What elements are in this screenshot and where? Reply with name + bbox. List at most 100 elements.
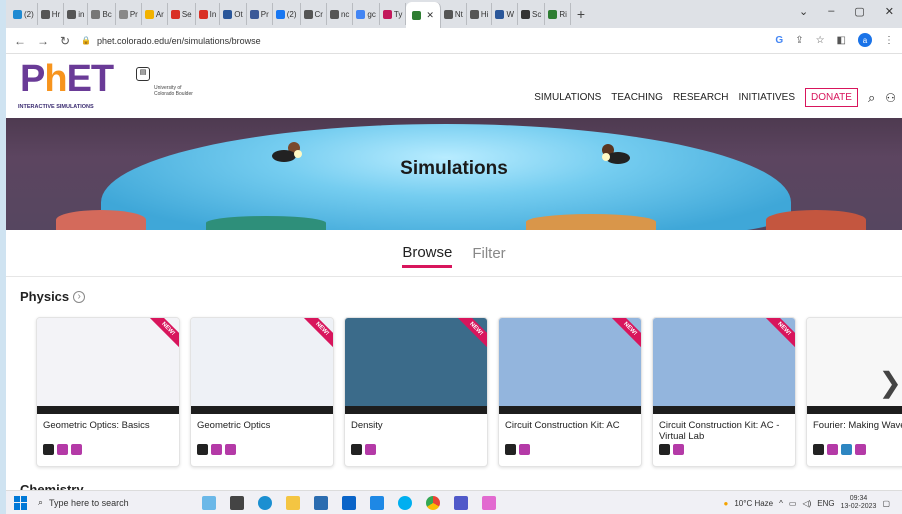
browser-tab[interactable]: Hr [38, 3, 65, 25]
google-icon[interactable]: G [775, 35, 783, 46]
browser-tab[interactable]: Ri [545, 3, 571, 25]
chrome-icon[interactable] [426, 495, 440, 510]
taskbar-search-placeholder[interactable]: Type here to search [49, 498, 129, 508]
browser-tab[interactable]: Ot [220, 3, 247, 25]
new-ribbon: NEW! [145, 318, 179, 352]
network-icon[interactable]: ▭ [789, 499, 797, 508]
file-explorer-icon[interactable] [286, 495, 300, 510]
nav-research[interactable]: RESEARCH [673, 92, 729, 103]
simulation-badges [191, 440, 333, 459]
donate-button[interactable]: DONATE [805, 88, 858, 107]
browser-tab[interactable]: Ar [142, 3, 168, 25]
browser-tab[interactable]: in [64, 3, 89, 25]
simulation-thumbnail[interactable]: NEW! [345, 318, 487, 414]
close-button[interactable]: ✕ [885, 5, 894, 18]
new-tab-button[interactable]: + [577, 6, 585, 22]
maximize-button[interactable]: ▢ [854, 5, 864, 18]
share-icon[interactable]: ⇪ [795, 35, 803, 46]
simulation-card[interactable]: NEW! Circuit Construction Kit: AC - Virtu… [652, 317, 796, 467]
menu-kebab-icon[interactable]: ⋮ [884, 35, 894, 46]
skype-icon[interactable] [398, 495, 412, 510]
windows-start-icon[interactable] [14, 495, 28, 510]
widgets-icon[interactable] [202, 495, 216, 510]
browser-tab[interactable]: (2) [10, 3, 38, 25]
paint-icon[interactable] [482, 495, 496, 510]
teams-icon[interactable] [454, 495, 468, 510]
edge-icon[interactable] [258, 495, 272, 510]
chevron-right-icon[interactable]: › [73, 290, 86, 303]
nav-simulations[interactable]: SIMULATIONS [534, 92, 601, 103]
user-icon[interactable]: ⚇ [885, 91, 896, 105]
volume-icon[interactable]: ◁) [802, 499, 811, 508]
mail-icon[interactable] [342, 495, 356, 510]
simulation-thumbnail[interactable]: NEW! [191, 318, 333, 414]
photos-icon[interactable] [370, 495, 384, 510]
tab-label: Ty [393, 9, 403, 19]
tab-search-icon[interactable]: ⌄ [799, 5, 808, 18]
browser-tab[interactable]: Cr [301, 3, 327, 25]
tray-chevron-icon[interactable]: ^ [779, 499, 783, 508]
browser-tab[interactable]: Ty [380, 3, 407, 25]
back-icon[interactable]: ← [14, 34, 26, 48]
clock[interactable]: 09:34 13-02-2023 [841, 495, 877, 511]
simulation-title[interactable]: Circuit Construction Kit: AC [499, 414, 641, 440]
simulation-card[interactable]: NEW! Density [344, 317, 488, 467]
bookmark-star-icon[interactable]: ☆ [816, 35, 825, 46]
browser-tab[interactable]: Pr [116, 3, 142, 25]
browser-tab[interactable]: Nt [441, 3, 467, 25]
nav-initiatives[interactable]: INITIATIVES [739, 92, 796, 103]
tab-browse[interactable]: Browse [402, 244, 453, 268]
tab-label: (2) [286, 9, 297, 19]
tab-favicon-icon [223, 9, 233, 19]
simulation-thumbnail[interactable]: NEW! [499, 318, 641, 414]
taskbar-search[interactable]: ⌕ Type here to search [38, 493, 168, 513]
reload-icon[interactable]: ↻ [60, 34, 70, 48]
browser-tab[interactable]: Bc [88, 3, 116, 25]
forward-icon[interactable]: → [37, 34, 49, 48]
task-view-icon[interactable] [230, 495, 244, 510]
simulation-card[interactable]: NEW! Geometric Optics [190, 317, 334, 467]
simulation-title[interactable]: Density [345, 414, 487, 440]
section-physics-title[interactable]: Physics [20, 289, 69, 304]
browser-tab[interactable]: In [196, 3, 221, 25]
search-icon[interactable]: ⌕ [868, 90, 875, 106]
minimize-button[interactable]: – [828, 5, 834, 18]
simulation-title[interactable]: Fourier: Making Waves [807, 414, 902, 440]
notification-icon[interactable]: ▢ [882, 499, 890, 508]
cu-text: University of Colorado Boulder [154, 85, 193, 97]
simulation-card[interactable]: NEW! Geometric Optics: Basics [36, 317, 180, 467]
simulation-thumbnail[interactable]: NEW! [37, 318, 179, 414]
browser-tab[interactable]: gc [353, 3, 380, 25]
simulation-title[interactable]: Geometric Optics [191, 414, 333, 440]
cu-logo[interactable]: ▤ University of Colorado Boulder [136, 61, 194, 111]
simulation-thumbnail[interactable]: NEW! [653, 318, 795, 414]
new-ribbon: NEW! [299, 318, 333, 352]
simulation-title[interactable]: Geometric Optics: Basics [37, 414, 179, 440]
phet-logo[interactable]: PhET INTERACTIVE SIMULATIONS [18, 60, 128, 112]
simulation-card[interactable]: NEW! Circuit Construction Kit: AC [498, 317, 642, 467]
weather-text[interactable]: 10°C Haze [734, 499, 773, 508]
url-text[interactable]: phet.colorado.edu/en/simulations/browse [97, 36, 261, 46]
browser-tab[interactable]: (2) [273, 3, 301, 25]
lock-icon[interactable]: 🔒 [81, 36, 91, 45]
side-panel-icon[interactable]: ◧ [837, 35, 846, 46]
tab-close-icon[interactable]: ✕ [426, 10, 434, 21]
browser-tab[interactable]: Se [168, 3, 196, 25]
carousel-next-icon[interactable]: ❯ [879, 366, 902, 399]
browser-tab[interactable]: W [492, 3, 518, 25]
simulation-title[interactable]: Circuit Construction Kit: AC - Virtual L… [653, 414, 795, 442]
tab-filter[interactable]: Filter [472, 245, 505, 262]
address-bar[interactable]: 🔒 phet.colorado.edu/en/simulations/brows… [81, 32, 261, 50]
nav-teaching[interactable]: TEACHING [611, 92, 663, 103]
browser-tab[interactable]: Pr [247, 3, 273, 25]
browser-tab[interactable]: Sc [518, 3, 546, 25]
browser-tab[interactable]: ✕ [406, 2, 441, 28]
browser-tab[interactable]: nc [327, 3, 354, 25]
browser-tab[interactable]: Hi [467, 3, 493, 25]
tab-favicon-icon [13, 9, 22, 19]
store-icon[interactable] [314, 495, 328, 510]
profile-avatar[interactable]: a [858, 33, 872, 47]
language-indicator[interactable]: ENG [817, 499, 834, 508]
weather-icon[interactable]: ● [724, 499, 729, 508]
feature-badge-icon [365, 444, 376, 455]
